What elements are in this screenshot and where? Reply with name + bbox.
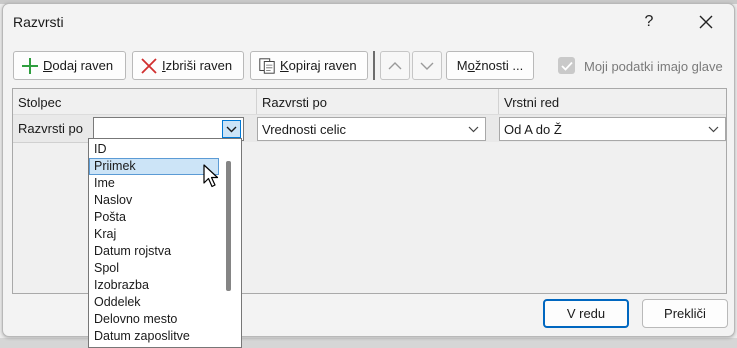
toolbar-separator bbox=[373, 51, 375, 80]
help-button[interactable]: ? bbox=[629, 8, 669, 36]
dropdown-option[interactable]: Kraj bbox=[89, 226, 219, 243]
dropdown-option-selected[interactable]: Priimek bbox=[89, 158, 219, 175]
chevron-down-icon bbox=[226, 126, 237, 132]
copy-level-label: Kopiraj raven bbox=[280, 58, 357, 73]
chevron-down-icon bbox=[708, 126, 719, 132]
chevron-down-icon bbox=[468, 126, 479, 132]
sort-on-select[interactable]: Vrednosti celic bbox=[257, 117, 486, 141]
column-select-dropdown-button[interactable] bbox=[222, 120, 241, 138]
chevron-down-icon bbox=[420, 62, 434, 70]
dropdown-option[interactable]: ID bbox=[89, 141, 219, 158]
cancel-button[interactable]: Prekliči bbox=[642, 299, 728, 328]
order-select-dropdown-button[interactable] bbox=[704, 120, 723, 138]
add-level-button[interactable]: Dodaj raven bbox=[13, 51, 126, 80]
delete-level-label: Izbriši raven bbox=[162, 58, 233, 73]
plus-icon bbox=[21, 57, 39, 75]
order-select[interactable]: Od A do Ž bbox=[499, 117, 726, 141]
column-header-sort-on: Razvrsti po bbox=[262, 95, 328, 110]
move-up-button[interactable] bbox=[380, 51, 410, 80]
checkmark-icon bbox=[560, 61, 573, 71]
dropdown-option[interactable]: Naslov bbox=[89, 192, 219, 209]
headers-checkbox[interactable] bbox=[558, 57, 575, 74]
copy-level-button[interactable]: Kopiraj raven bbox=[250, 51, 368, 80]
mouse-cursor-icon bbox=[203, 164, 219, 188]
close-icon bbox=[699, 15, 713, 29]
dropdown-option[interactable]: Pošta bbox=[89, 209, 219, 226]
sort-level-row-label: Razvrsti po bbox=[18, 121, 84, 136]
dialog-title: Razvrsti bbox=[13, 14, 64, 30]
dropdown-option[interactable]: Spol bbox=[89, 260, 219, 277]
sort-on-select-value: Vrednosti celic bbox=[262, 122, 347, 137]
order-select-value: Od A do Ž bbox=[504, 122, 562, 137]
dropdown-scrollbar[interactable] bbox=[226, 161, 231, 291]
dropdown-option[interactable]: Oddelek bbox=[89, 294, 219, 311]
column-header-column: Stolpec bbox=[18, 95, 62, 110]
column-header-order: Vrstni red bbox=[504, 95, 560, 110]
delete-level-button[interactable]: Izbriši raven bbox=[132, 51, 244, 80]
dropdown-option[interactable]: Izobrazba bbox=[89, 277, 219, 294]
ok-button[interactable]: V redu bbox=[543, 299, 629, 328]
dropdown-option[interactable]: Datum zaposlitve bbox=[89, 328, 219, 345]
chevron-up-icon bbox=[388, 61, 402, 69]
delete-x-icon bbox=[140, 57, 158, 75]
close-button[interactable] bbox=[683, 8, 729, 36]
sort-on-select-dropdown-button[interactable] bbox=[464, 120, 483, 138]
headers-checkbox-label: Moji podatki imajo glave bbox=[584, 59, 723, 74]
dropdown-option[interactable]: Datum rojstva bbox=[89, 243, 219, 260]
options-label: Možnosti ... bbox=[456, 58, 524, 73]
move-down-button[interactable] bbox=[412, 51, 442, 80]
options-button[interactable]: Možnosti ... bbox=[446, 51, 534, 80]
title-bar: Razvrsti ? bbox=[3, 4, 734, 40]
dropdown-option[interactable]: Ime bbox=[89, 175, 219, 192]
dropdown-option[interactable]: Delovno mesto bbox=[89, 311, 219, 328]
row-label-underline bbox=[13, 142, 93, 143]
add-level-label: Dodaj raven bbox=[43, 58, 114, 73]
copy-icon bbox=[258, 57, 276, 75]
